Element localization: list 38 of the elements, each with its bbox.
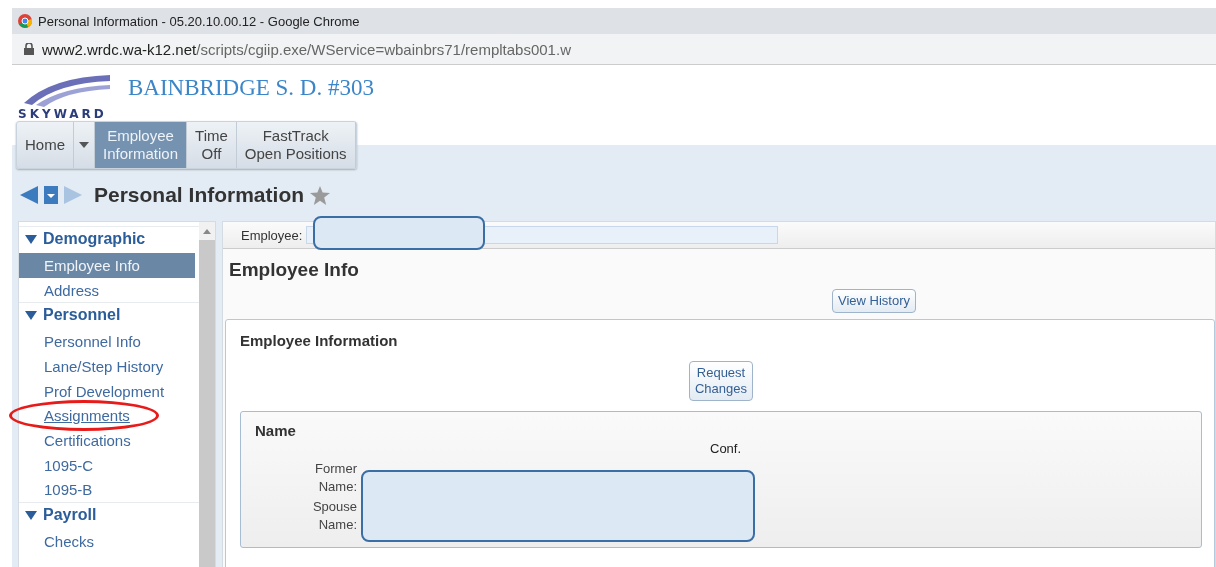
sidebar-item[interactable]: Checks: [19, 529, 195, 554]
page-title: Personal Information: [94, 183, 305, 207]
nav-tab[interactable]: Home: [17, 122, 74, 168]
scroll-up-icon[interactable]: [203, 228, 211, 234]
employee-label: Employee:: [241, 227, 303, 243]
conf-label: Conf.: [709, 441, 743, 456]
group-title: Name: [255, 422, 297, 439]
triangle-icon: [25, 234, 37, 244]
window-title: Personal Information - 05.20.10.00.12 - Google Chrome: [38, 13, 360, 29]
sidebar-item[interactable]: 1095-B: [19, 477, 195, 503]
sidebar-item[interactable]: Personnel Info: [19, 329, 195, 355]
district-name: BAINBRIDGE S. D. #303: [128, 75, 374, 102]
sidebar-item[interactable]: Assignments: [19, 403, 195, 429]
view-history-button[interactable]: View History: [832, 289, 916, 313]
url-text: www2.wrdc.wa-k12.net/scripts/cgiip.exe/WService=wbainbrs71/rempltabs001.w: [42, 40, 571, 58]
sidebar-item[interactable]: Lane/Step History: [19, 354, 195, 379]
nav-tab[interactable]: Time Off: [187, 122, 237, 168]
triangle-icon: [25, 310, 37, 320]
sidebar-item[interactable]: Prof Development: [19, 378, 195, 404]
field-label: Former Name:: [315, 460, 357, 496]
browser-logo-icon: [18, 14, 32, 28]
sidebar-item[interactable]: Address: [19, 277, 195, 303]
dropdown-icon[interactable]: [44, 186, 58, 204]
request-changes-button[interactable]: Request Changes: [688, 361, 753, 401]
sidebar-item[interactable]: 1095-C: [19, 452, 195, 478]
scroll-bar[interactable]: [199, 222, 215, 567]
panel-title: Employee Information: [240, 332, 399, 349]
caret-icon[interactable]: [79, 142, 89, 148]
address-bar[interactable]: www2.wrdc.wa-k12.net/scripts/cgiip.exe/WService=wbainbrs71/rempltabs001.w: [12, 34, 1216, 65]
section-title: Employee Info: [228, 258, 360, 281]
nav-tab[interactable]: FastTrack Open Positions: [236, 122, 356, 168]
star-icon[interactable]: [310, 185, 331, 205]
lock-icon: [24, 43, 34, 55]
field-label: Spouse Name:: [312, 498, 357, 534]
back-arrow-icon[interactable]: [20, 186, 38, 204]
sidebar-item[interactable]: Certifications: [19, 428, 195, 453]
sidebar-item[interactable]: Employee Info: [19, 253, 195, 278]
triangle-icon: [25, 510, 37, 520]
